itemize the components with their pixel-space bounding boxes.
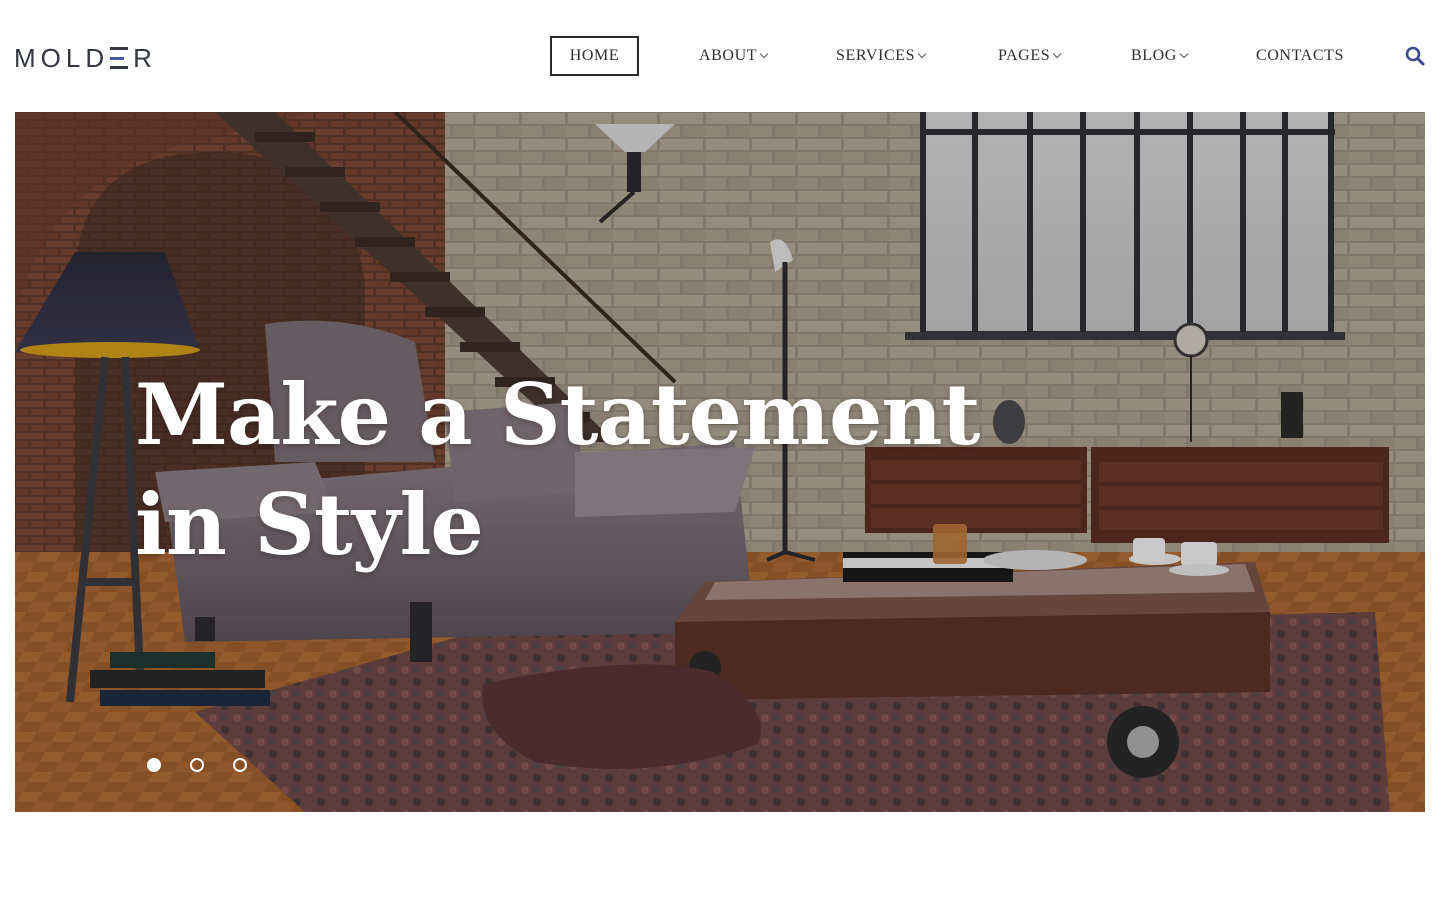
brand-name-suffix: R — [133, 42, 157, 73]
chevron-down-icon — [1179, 49, 1189, 59]
nav-pages[interactable]: PAGES — [998, 36, 1062, 76]
nav-services[interactable]: SERVICES — [836, 36, 927, 76]
chevron-down-icon — [759, 49, 769, 59]
site-header: MOLD R HOME ABOUT SERVICES PAGES BLOG CO… — [0, 0, 1440, 112]
chevron-down-icon — [1052, 49, 1062, 59]
brand-name-prefix: MOLD — [14, 42, 110, 73]
slider-pagination — [147, 758, 247, 774]
search-icon[interactable] — [1404, 45, 1426, 67]
hero-slider: Make a Statement in Style — [15, 112, 1425, 812]
nav-home-label: HOME — [569, 47, 620, 64]
nav-pages-label: PAGES — [998, 47, 1051, 64]
hero-title-line-2: in Style — [135, 475, 484, 574]
nav-home[interactable]: HOME — [550, 36, 639, 76]
nav-contacts-label: CONTACTS — [1256, 47, 1344, 64]
nav-blog[interactable]: BLOG — [1131, 36, 1189, 76]
hero-title-line-1: Make a Statement — [135, 365, 980, 464]
nav-about-label: ABOUT — [699, 47, 758, 64]
nav-contacts[interactable]: CONTACTS — [1256, 36, 1344, 76]
nav-blog-label: BLOG — [1131, 47, 1177, 64]
slider-dot-1[interactable] — [147, 758, 161, 772]
hero-title: Make a Statement in Style — [135, 360, 1035, 580]
nav-about[interactable]: ABOUT — [699, 36, 769, 76]
slider-dot-2[interactable] — [190, 758, 204, 772]
brand-accent-letter — [110, 47, 129, 69]
chevron-down-icon — [917, 49, 927, 59]
brand-logo[interactable]: MOLD R — [14, 42, 157, 74]
nav-services-label: SERVICES — [836, 47, 916, 64]
slider-dot-3[interactable] — [233, 758, 247, 772]
